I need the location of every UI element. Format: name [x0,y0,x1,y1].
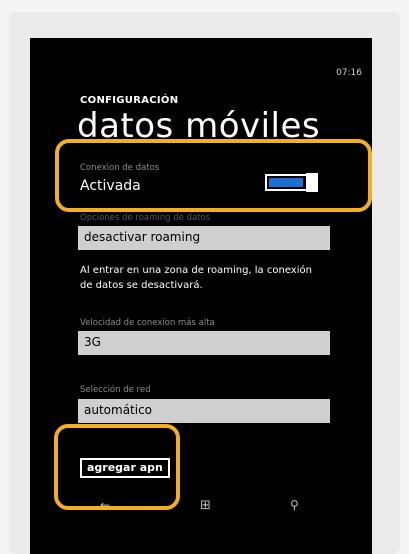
roaming-note: Al entrar en una zona de roaming, la con… [80,265,312,291]
roaming-label: Opciones de roaming de datos [80,213,211,223]
add-apn-highlight [54,424,180,510]
status-time: 07:16 [336,68,362,78]
search-icon[interactable]: ⚲ [290,498,299,512]
network-select[interactable]: automático [78,399,330,423]
app-title: CONFIGURACIÓN [80,95,179,106]
data-connection-highlight [55,139,372,212]
connection-speed-select[interactable]: 3G [78,331,330,355]
connection-speed-label: Velocidad de conexion más alta [80,318,215,328]
network-label: Selección de red [80,385,151,395]
windows-logo-icon[interactable]: ⊞ [200,498,211,513]
roaming-select[interactable]: desactivar roaming [78,226,330,250]
